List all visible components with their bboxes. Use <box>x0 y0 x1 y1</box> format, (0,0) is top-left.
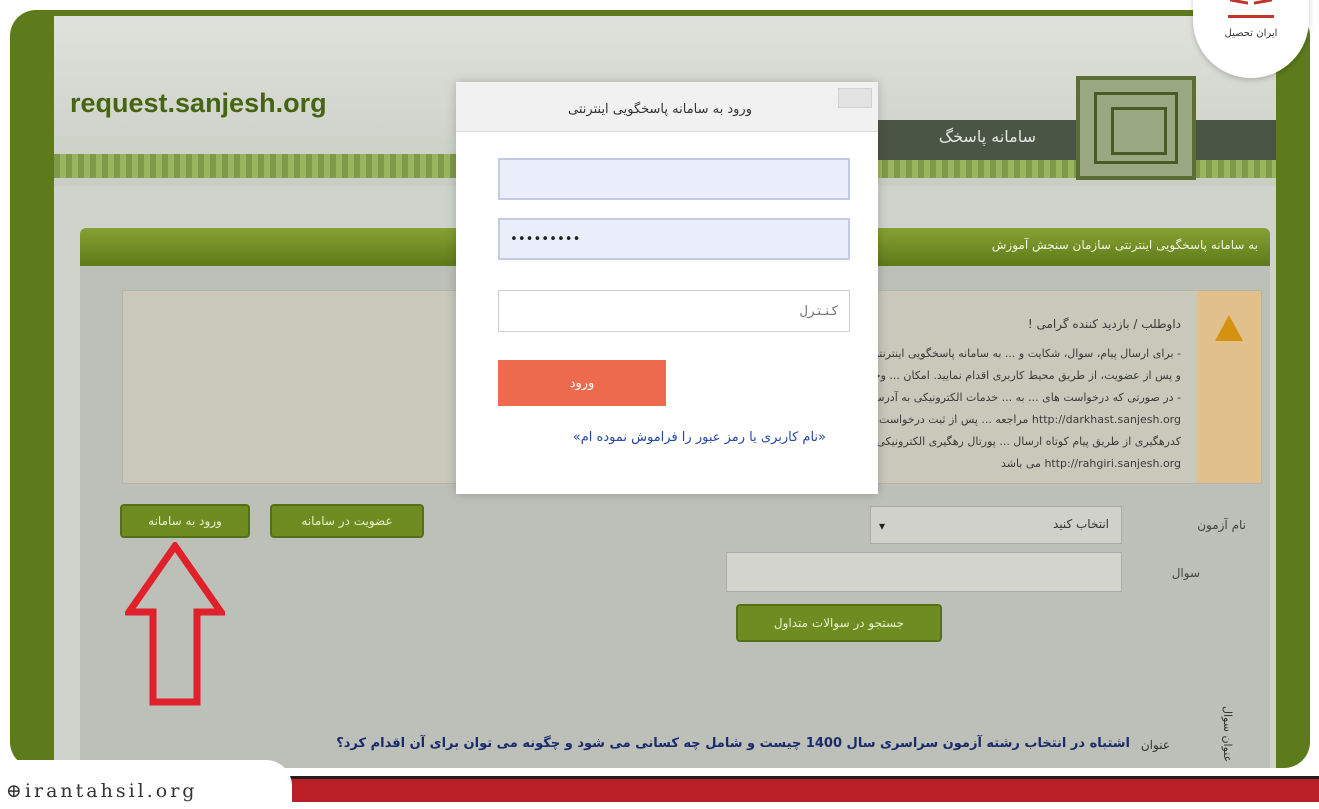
header-dark-strip <box>836 120 1276 160</box>
search-faq-button[interactable]: جستجو در سوالات متداول <box>736 604 942 642</box>
question-label: سوال <box>1171 566 1200 580</box>
modal-header: ورود به سامانه پاسخگویی اینترنتی <box>456 82 878 132</box>
notice-greeting: داوطلب / بازدید کننده گرامی ! <box>1027 317 1181 331</box>
exam-select[interactable]: انتخاب کنید ▾ <box>870 506 1122 544</box>
globe-icon: ⊕ <box>6 780 25 802</box>
watermark-label: irantahsil.org <box>24 780 198 802</box>
notice-line: و پس از عضویت، از طریق محیط کاربری اقدام… <box>838 369 1181 382</box>
sanjesh-logo <box>1076 76 1196 180</box>
notice-line: http://rahgiri.sanjesh.org می باشد <box>1000 457 1181 470</box>
brand-name: ایران تحصیل <box>1224 28 1278 39</box>
site-url: request.sanjesh.org <box>70 88 327 118</box>
close-icon[interactable] <box>838 88 872 108</box>
modal-title: ورود به سامانه پاسخگویی اینترنتی <box>568 102 752 117</box>
login-system-button[interactable]: ورود به سامانه <box>120 504 250 538</box>
forgot-password-link[interactable]: «نام کاربری یا رمز عبور را فراموش نموده … <box>573 430 826 445</box>
book-icon <box>1228 0 1274 18</box>
nav-welcome-text: به سامانه پاسخگویی اینترنتی سازمان سنجش … <box>991 238 1258 252</box>
result-column-label: عنوان سوال <box>1221 706 1234 763</box>
question-input[interactable] <box>726 552 1122 592</box>
watermark-text: ⊕irantahsil.org <box>6 780 197 802</box>
header-title: سامانه پاسخگ <box>938 127 1036 146</box>
captcha-input[interactable] <box>498 290 850 332</box>
up-arrow-icon <box>125 542 225 706</box>
chevron-down-icon: ▾ <box>879 519 886 533</box>
result-title-link[interactable]: اشتباه در انتخاب رشته آزمون سراسری سال 1… <box>336 736 1130 751</box>
exam-label: نام آزمون <box>1197 518 1246 532</box>
exam-select-value: انتخاب کنید <box>1052 517 1109 531</box>
register-system-button[interactable]: عضویت در سامانه <box>270 504 424 538</box>
notice-line: - در صورتی که درخواست های ... به ... خدم… <box>867 391 1181 404</box>
bottom-brand-band <box>230 776 1319 802</box>
notice-warning-strip <box>1197 291 1261 483</box>
password-input[interactable] <box>498 218 850 260</box>
username-input[interactable] <box>498 158 850 200</box>
login-modal: ورود به سامانه پاسخگویی اینترنتی ورود «ن… <box>456 82 878 494</box>
warning-icon <box>1215 315 1243 341</box>
login-button[interactable]: ورود <box>498 360 666 406</box>
result-title-label: عنوان <box>1140 738 1170 752</box>
